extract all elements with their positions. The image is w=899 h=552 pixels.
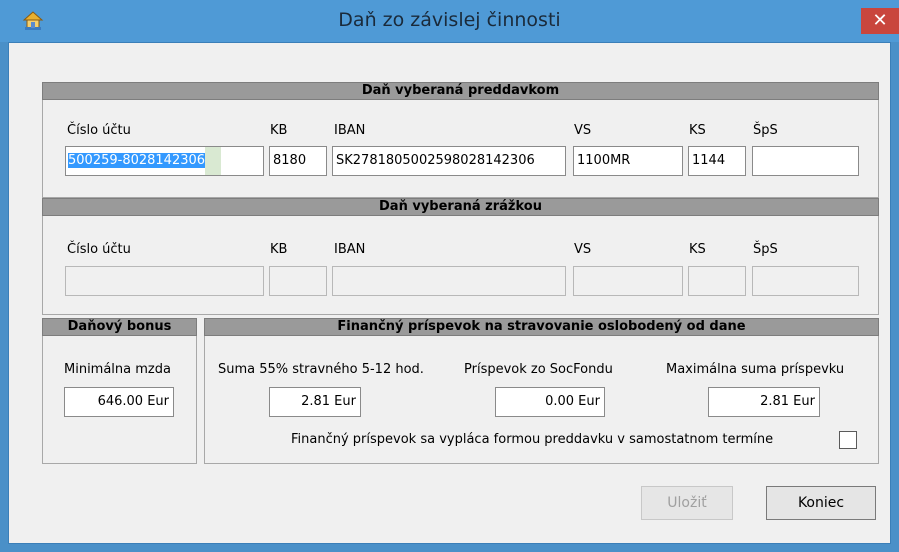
min-wage-input[interactable]: 646.00 Eur	[64, 387, 174, 417]
constant-symbol-input[interactable]: 1144	[688, 146, 746, 176]
max-contribution-input[interactable]: 2.81 Eur	[708, 387, 820, 417]
label-iban-withholding: IBAN	[334, 242, 366, 257]
label-vs: VS	[574, 123, 592, 138]
label-iban: IBAN	[334, 123, 366, 138]
dialog-client-area: Daň vyberaná preddavkom Číslo účtu KB IB…	[8, 42, 891, 544]
label-sps-withholding: ŠpS	[753, 242, 778, 257]
window-title: Daň zo závislej činnosti	[338, 9, 561, 31]
title-bar[interactable]: Daň zo závislej činnosti ✕	[0, 0, 899, 42]
socfond-input[interactable]: 0.00 Eur	[495, 387, 605, 417]
dialog-window: Daň zo závislej činnosti ✕ Daň vyberaná …	[0, 0, 899, 552]
specific-symbol-input[interactable]	[752, 146, 859, 176]
constant-symbol-withholding-input[interactable]	[688, 266, 746, 296]
section-header-tax-bonus: Daňový bonus	[42, 318, 197, 336]
close-window-button[interactable]: ✕	[861, 8, 899, 34]
label-socfond: Príspevok zo SocFondu	[464, 362, 613, 377]
iban-input[interactable]: SK2781805002598028142306	[332, 146, 566, 176]
bank-code-withholding-input[interactable]	[269, 266, 327, 296]
section-header-meal-contribution: Finančný príspevok na stravovanie oslobo…	[204, 318, 879, 336]
specific-symbol-withholding-input[interactable]	[752, 266, 859, 296]
section-header-advance-tax: Daň vyberaná preddavkom	[42, 82, 879, 100]
advance-payment-checkbox[interactable]	[839, 431, 857, 449]
close-button[interactable]: Koniec	[766, 486, 876, 520]
label-advance-payment-checkbox: Finančný príspevok sa vypláca formou pre…	[291, 432, 774, 447]
selection-tail	[205, 147, 222, 175]
label-max-contribution: Maximálna suma príspevku	[666, 362, 845, 377]
label-sps: ŠpS	[753, 123, 778, 138]
label-account: Číslo účtu	[67, 123, 131, 138]
label-ks-withholding: KS	[689, 242, 706, 257]
iban-withholding-input[interactable]	[332, 266, 566, 296]
account-number-input[interactable]: 500259-8028142306	[65, 146, 264, 176]
label-kb-withholding: KB	[270, 242, 288, 257]
account-number-withholding-input[interactable]	[65, 266, 264, 296]
variable-symbol-withholding-input[interactable]	[573, 266, 683, 296]
label-ks: KS	[689, 123, 706, 138]
section-header-withholding-tax: Daň vyberaná zrážkou	[42, 198, 879, 216]
label-kb: KB	[270, 123, 288, 138]
save-button[interactable]: Uložiť	[641, 486, 733, 520]
label-account-withholding: Číslo účtu	[67, 242, 131, 257]
sum-55-input[interactable]: 2.81 Eur	[269, 387, 361, 417]
variable-symbol-input[interactable]: 1100MR	[573, 146, 683, 176]
label-min-wage: Minimálna mzda	[64, 362, 171, 377]
bank-code-input[interactable]: 8180	[269, 146, 327, 176]
label-vs-withholding: VS	[574, 242, 592, 257]
label-sum-55: Suma 55% stravného 5-12 hod.	[218, 362, 424, 377]
